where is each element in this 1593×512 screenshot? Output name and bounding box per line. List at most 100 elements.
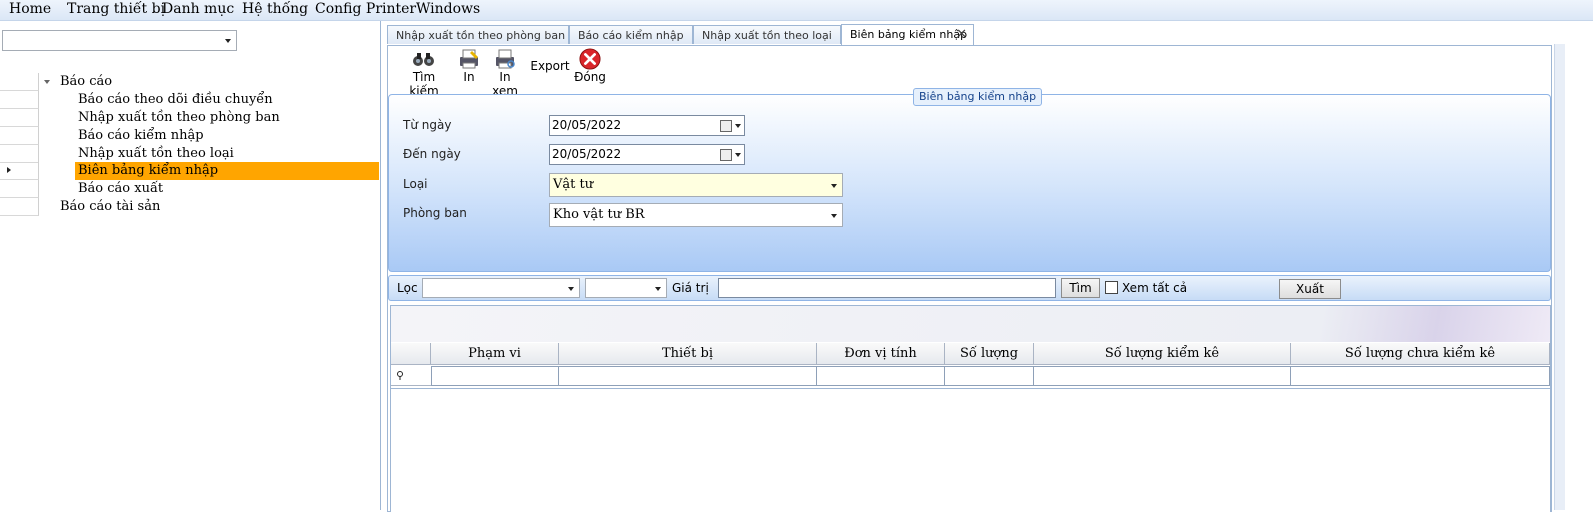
menu-windows[interactable]: Windows [416, 1, 480, 17]
tree-node[interactable]: Nhập xuất tồn theo phòng ban [78, 109, 280, 127]
tree-row[interactable]: Báo cáo [0, 73, 379, 91]
close-form-button[interactable]: Đóng [574, 48, 606, 84]
binoculars-icon [413, 53, 434, 66]
grid-divider [391, 388, 1550, 389]
tree-row-selected[interactable]: Biên bảng kiểm nhập [0, 162, 379, 180]
tree-expand-icon[interactable] [44, 80, 50, 84]
tab-label: Nhập xuất tồn theo loại [702, 29, 832, 42]
data-grid: Phạm vi Thiết bị Đơn vị tính Số lượng Số… [390, 305, 1551, 512]
column-header[interactable]: Số lượng [945, 343, 1034, 365]
tree-node-sibling[interactable]: Báo cáo tài sản [60, 198, 160, 216]
printer-icon [460, 49, 478, 69]
menu-system[interactable]: Hệ thống [242, 1, 308, 17]
filter-field-select[interactable] [422, 278, 580, 298]
menu-config-printer[interactable]: Config Printer [315, 1, 416, 17]
tree-node-selected[interactable]: Biên bảng kiểm nhập [78, 162, 218, 180]
filter-cell[interactable] [1291, 366, 1550, 386]
department-label: Phòng ban [403, 206, 467, 220]
tab-label: Biên bảng kiểm nhập [850, 28, 968, 41]
tree-node-root[interactable]: Báo cáo [60, 73, 112, 91]
report-filter-combo[interactable] [2, 30, 237, 51]
menu-bar: Home Trang thiết bị Danh mục Hệ thống Co… [0, 0, 1593, 21]
tree-row[interactable]: Báo cáo kiểm nhập [0, 127, 379, 145]
print-button-label: In [463, 70, 475, 84]
filter-cell[interactable] [431, 366, 559, 386]
grid-group-panel[interactable] [391, 306, 1550, 342]
from-date-picker[interactable]: 20/05/2022 [549, 115, 745, 136]
department-select-value: Kho vật tư BR [553, 207, 645, 222]
tree-row[interactable]: Báo cáo tài sản [0, 198, 379, 216]
calendar-icon[interactable] [720, 120, 732, 132]
show-all-checkbox[interactable] [1105, 281, 1118, 294]
tab-label: Nhập xuất tồn theo phòng ban [396, 29, 566, 42]
tree-row[interactable]: Nhập xuất tồn theo phòng ban [0, 109, 379, 127]
column-header[interactable]: Đơn vị tính [817, 343, 945, 365]
close-circle-icon [579, 48, 601, 70]
document-area: Nhập xuất tồn theo phòng ban Báo cáo kiể… [385, 21, 1565, 512]
print-button[interactable]: In [456, 48, 482, 84]
report-tree-panel: Báo cáo Báo cáo theo dõi điều chuyển Nhậ… [0, 21, 381, 510]
column-header[interactable]: Số lượng kiểm kê [1034, 343, 1291, 365]
tab-label: Báo cáo kiểm nhập [578, 29, 684, 42]
tab-bao-cao-kiem-nhap[interactable]: Báo cáo kiểm nhập [569, 25, 693, 44]
chevron-down-icon[interactable] [568, 287, 574, 291]
search-button[interactable]: Tìm kiếm [398, 48, 450, 98]
find-button[interactable]: Tìm [1061, 278, 1100, 298]
show-all-label: Xem tất cả [1122, 281, 1188, 295]
column-header[interactable]: Thiết bị [559, 343, 817, 365]
tab-nhap-xuat-ton-phong-ban[interactable]: Nhập xuất tồn theo phòng ban [387, 25, 569, 44]
export-button-label: Export [530, 59, 570, 73]
to-date-value: 20/05/2022 [552, 147, 622, 161]
menu-home[interactable]: Home [9, 1, 51, 17]
type-select[interactable]: Vật tư [549, 173, 843, 197]
filter-cell[interactable] [817, 366, 945, 386]
chevron-down-icon[interactable] [735, 153, 741, 157]
chevron-down-icon[interactable] [655, 287, 661, 291]
close-form-button-label: Đóng [574, 70, 606, 84]
tree-row[interactable]: Báo cáo theo dõi điều chuyển [0, 91, 379, 109]
current-row-indicator-icon [7, 167, 11, 173]
chevron-down-icon[interactable] [225, 39, 231, 43]
type-select-value: Vật tư [553, 177, 594, 192]
type-label: Loại [403, 177, 428, 191]
tab-bien-bang-kiem-nhap[interactable]: Biên bảng kiểm nhập ✕ [841, 24, 974, 45]
filter-cell[interactable] [1034, 366, 1291, 386]
tree-node[interactable]: Báo cáo theo dõi điều chuyển [78, 91, 273, 109]
print-preview-icon [496, 49, 515, 69]
column-header[interactable]: Số lượng chưa kiểm kê [1291, 343, 1550, 365]
chevron-down-icon[interactable] [735, 124, 741, 128]
tree-row[interactable]: Báo cáo xuất [0, 180, 379, 198]
vertical-scrollbar[interactable] [1554, 44, 1565, 510]
filter-cell[interactable] [945, 366, 1034, 386]
filter-cell[interactable] [559, 366, 817, 386]
menu-categories[interactable]: Danh mục [162, 1, 234, 17]
filter-value-label: Giá trị [672, 281, 709, 295]
criteria-groupbox: Biên bảng kiểm nhập Từ ngày 20/05/2022 Đ… [388, 88, 1551, 272]
to-date-label: Đến ngày [403, 147, 461, 161]
filter-row-indicator [391, 366, 431, 386]
filter-value-input[interactable] [718, 278, 1056, 298]
to-date-picker[interactable]: 20/05/2022 [549, 144, 745, 165]
tree-node[interactable]: Báo cáo xuất [78, 180, 163, 198]
toolbar: Tìm kiếm In In xem Export Đóng [388, 46, 1551, 98]
tree-node[interactable]: Nhập xuất tồn theo loại [78, 145, 234, 163]
filter-bar: Lọc Giá trị Tìm Xem tất cả Xuất [388, 275, 1551, 301]
export-button[interactable]: Export [530, 59, 570, 73]
calendar-icon[interactable] [720, 149, 732, 161]
print-preview-button[interactable]: In xem [486, 48, 524, 98]
grid-row-indicator-header [391, 343, 431, 365]
tree-node[interactable]: Báo cáo kiểm nhập [78, 127, 204, 145]
close-icon[interactable]: ✕ [956, 25, 967, 44]
tree-row[interactable]: Nhập xuất tồn theo loại [0, 145, 379, 163]
chevron-down-icon[interactable] [831, 184, 837, 188]
from-date-label: Từ ngày [403, 118, 452, 132]
export-excel-button[interactable]: Xuất [1279, 279, 1341, 299]
chevron-down-icon[interactable] [831, 214, 837, 218]
tab-nhap-xuat-ton-loai[interactable]: Nhập xuất tồn theo loại [693, 25, 841, 44]
from-date-value: 20/05/2022 [552, 118, 622, 132]
filter-label: Lọc [397, 281, 418, 295]
filter-operator-select[interactable] [585, 278, 667, 298]
department-select[interactable]: Kho vật tư BR [549, 203, 843, 227]
column-header[interactable]: Phạm vi [431, 343, 559, 365]
menu-equipment[interactable]: Trang thiết bị [67, 1, 165, 17]
